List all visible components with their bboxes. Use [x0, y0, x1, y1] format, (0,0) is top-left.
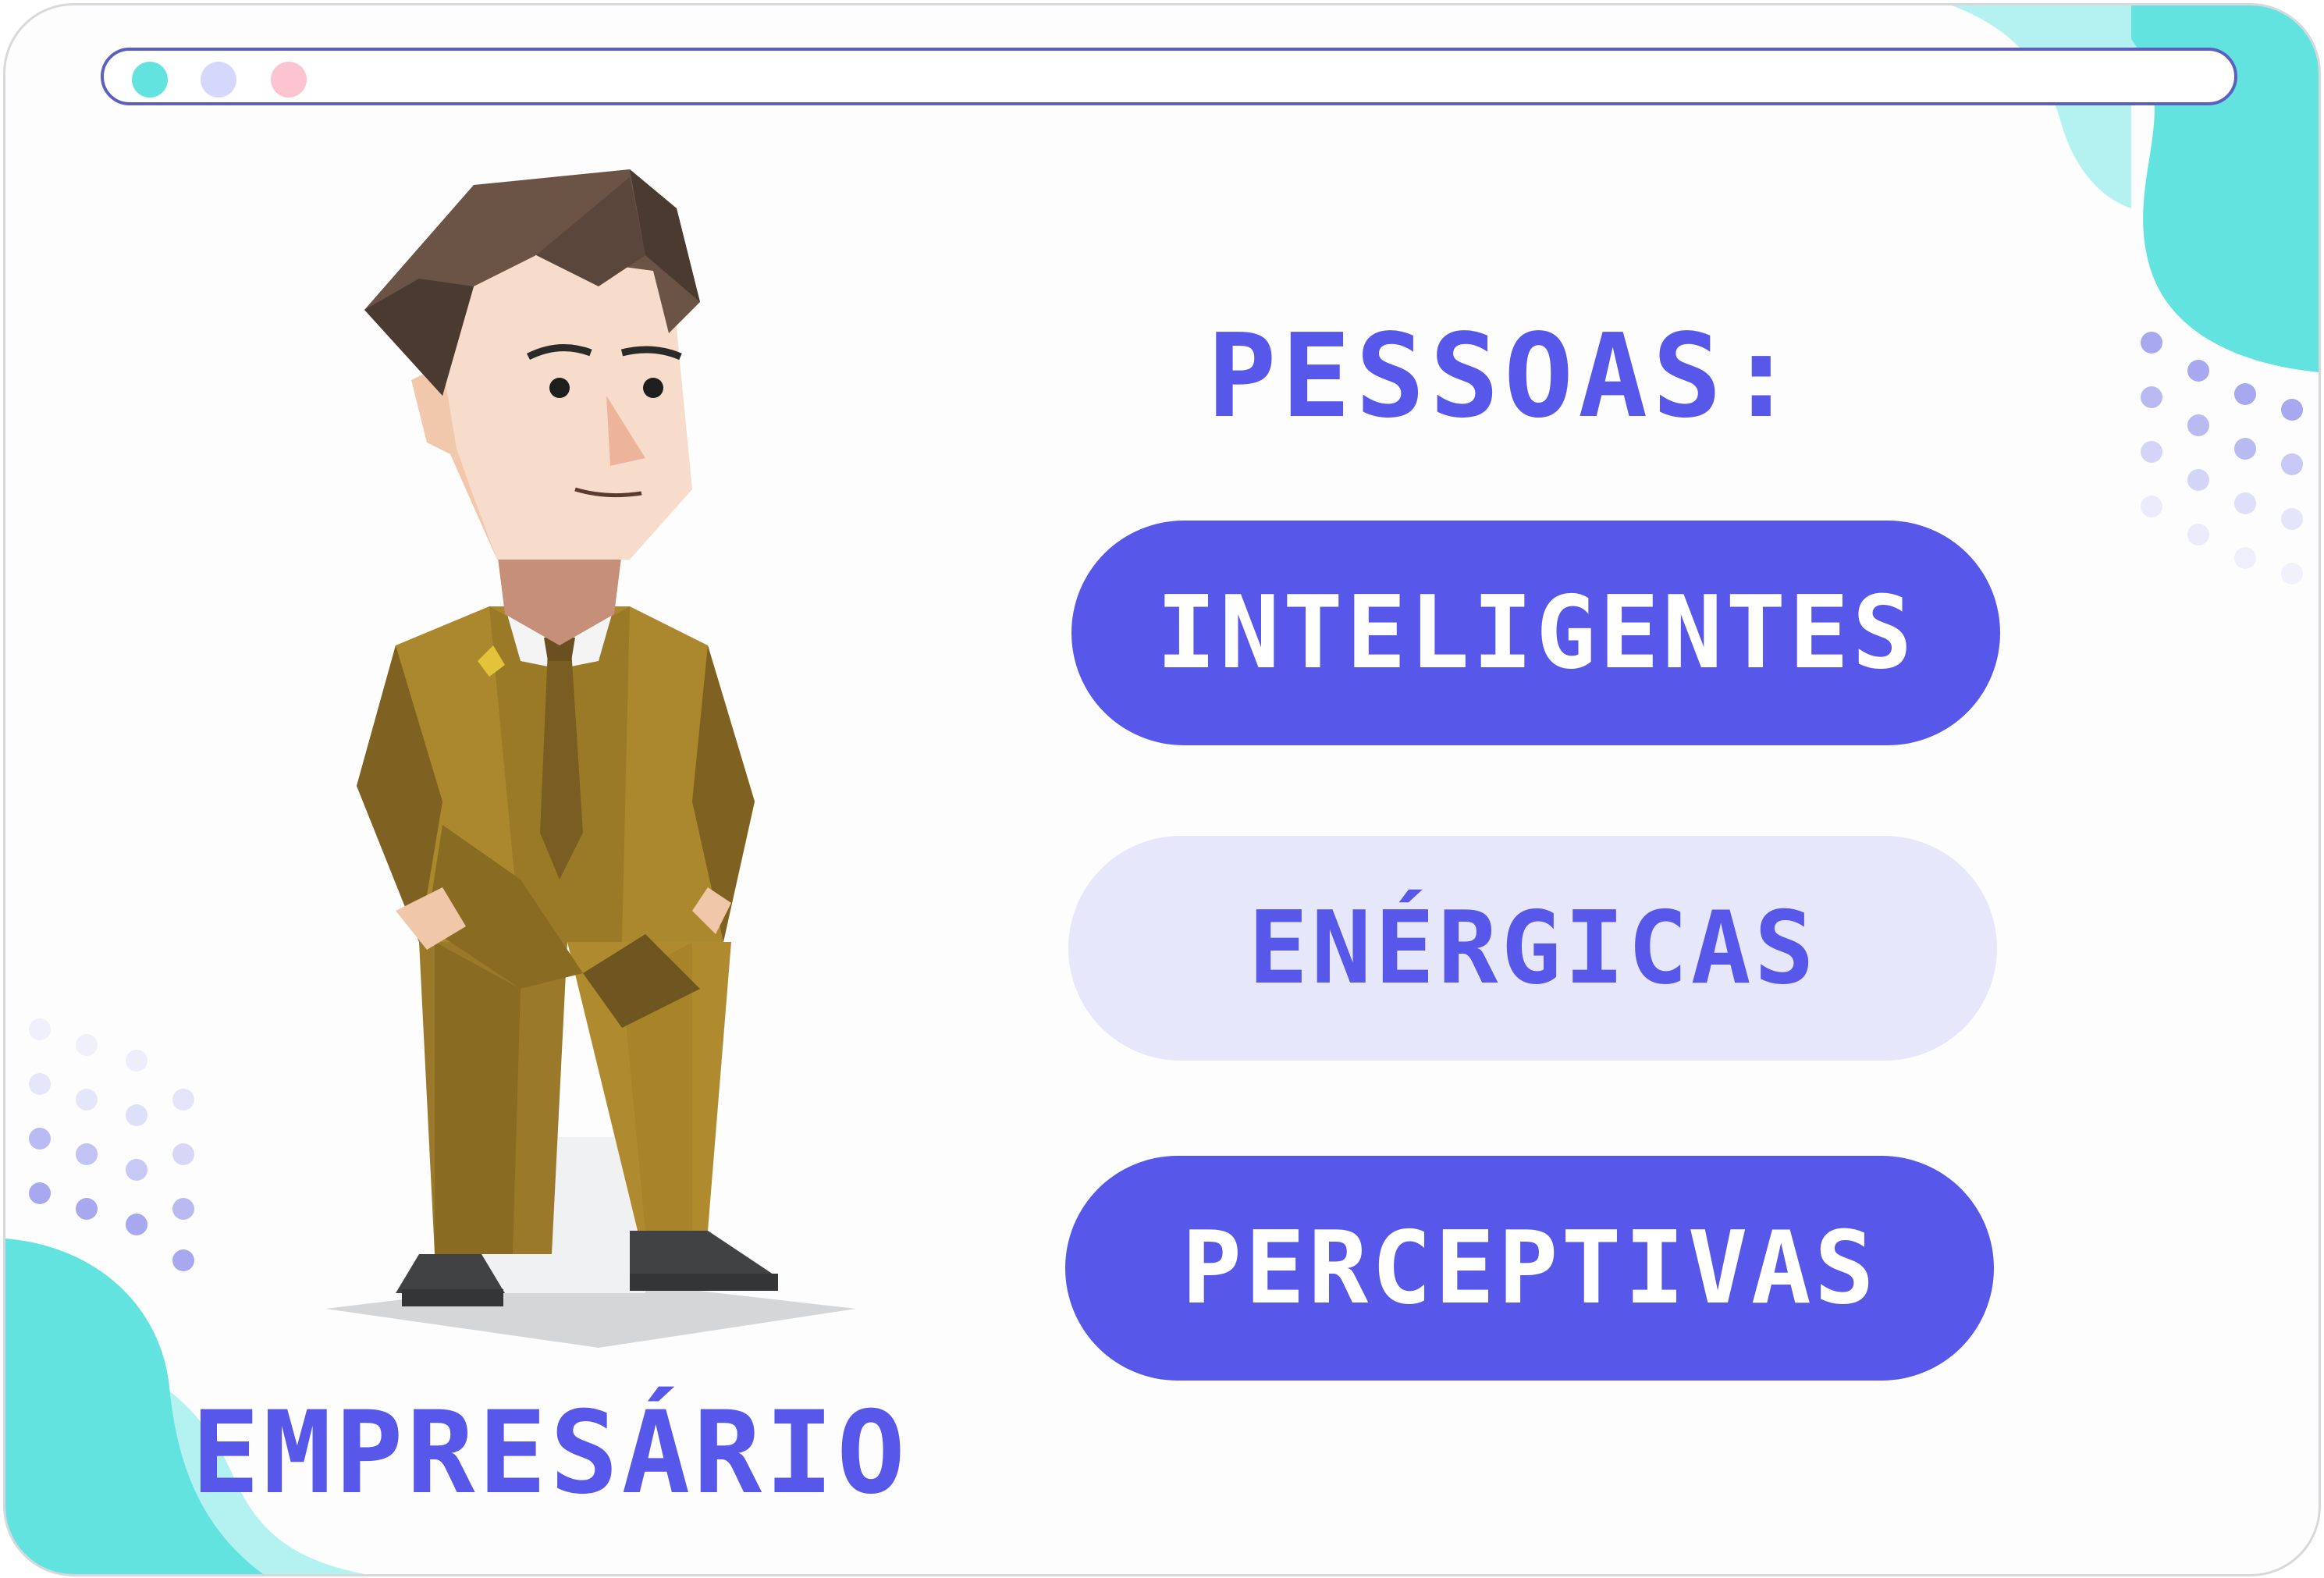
- page-heading: PESSOAS:: [1206, 309, 1801, 443]
- character-caption: EMPRESÁRIO: [191, 1387, 908, 1519]
- window-dot-teal: [132, 62, 168, 98]
- trait-label: INTELIGENTES: [1156, 574, 1916, 691]
- trait-label: ENÉRGICAS: [1248, 890, 1818, 1007]
- card-frame: PESSOAS: INTELIGENTES ENÉRGICAS PERCEPTI…: [3, 3, 2321, 1576]
- dot-pattern-right: [2141, 332, 2303, 585]
- trait-pill-energicas[interactable]: ENÉRGICAS: [1068, 836, 1997, 1061]
- dot-pattern-left: [29, 1018, 194, 1271]
- trait-pill-perceptivas[interactable]: PERCEPTIVAS: [1065, 1156, 1994, 1381]
- top-right-blob-light: [1952, 5, 2131, 208]
- browser-address-bar: [101, 48, 2237, 105]
- trait-label: PERCEPTIVAS: [1182, 1210, 1878, 1327]
- trait-pill-inteligentes[interactable]: INTELIGENTES: [1071, 521, 2000, 745]
- businessman-icon: [325, 169, 856, 1348]
- window-dot-pink: [271, 62, 307, 98]
- window-dot-lavender: [201, 62, 236, 98]
